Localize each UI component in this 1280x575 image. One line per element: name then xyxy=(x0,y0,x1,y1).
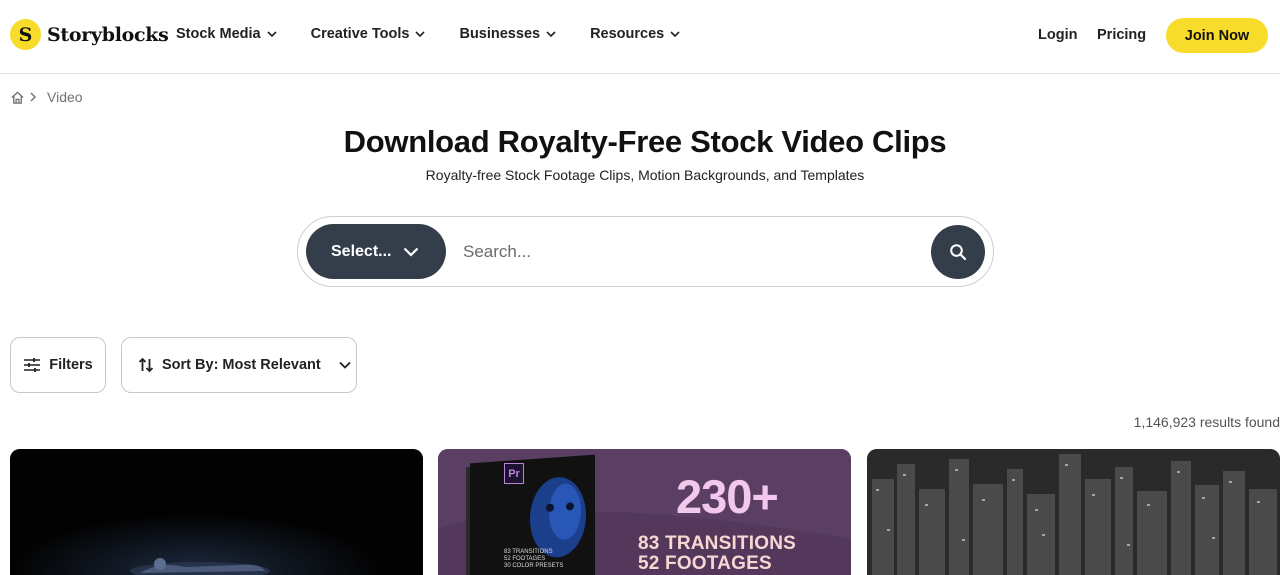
promo-line-transitions: 83 TRANSITIONS xyxy=(638,533,796,554)
chevron-down-icon xyxy=(339,361,351,369)
nav-item-label: Businesses xyxy=(459,26,541,42)
chevron-down-icon xyxy=(546,31,556,37)
chevron-right-icon xyxy=(30,92,36,102)
breadcrumb-current[interactable]: Video xyxy=(47,89,83,105)
logo-text: Storyblocks xyxy=(47,23,169,46)
page-subtitle: Royalty-free Stock Footage Clips, Motion… xyxy=(425,167,865,183)
sort-label: Sort By: Most Relevant xyxy=(162,357,321,373)
nav-stock-media[interactable]: Stock Media xyxy=(176,26,277,42)
chevron-down-icon xyxy=(404,247,419,257)
search-icon xyxy=(950,244,967,261)
promo-line-footages: 52 FOOTAGES xyxy=(638,553,772,574)
search-input[interactable] xyxy=(463,231,923,273)
video-card[interactable] xyxy=(867,449,1280,575)
pricing-link[interactable]: Pricing xyxy=(1097,27,1146,43)
chevron-down-icon xyxy=(670,31,680,37)
video-card[interactable]: Pr 83 TRANSITIONS 52 FOOTAGES 30 COLOR P… xyxy=(438,449,851,575)
chevron-down-icon xyxy=(415,31,426,37)
join-now-button[interactable]: Join Now xyxy=(1166,18,1268,53)
sort-dropdown[interactable]: Sort By: Most Relevant xyxy=(121,337,357,393)
box-feature-line: 30 COLOR PRESETS xyxy=(504,563,564,569)
search-bar: Select... xyxy=(297,216,994,287)
search-button[interactable] xyxy=(931,225,985,279)
premiere-pro-icon: Pr xyxy=(504,463,524,484)
nav-businesses[interactable]: Businesses xyxy=(459,26,556,42)
logo-mark-icon: S xyxy=(10,19,41,50)
sliders-icon xyxy=(24,358,41,372)
breadcrumb: Video xyxy=(10,89,83,105)
video-card[interactable] xyxy=(10,449,423,575)
login-link[interactable]: Login xyxy=(1038,27,1077,43)
nav-creative-tools[interactable]: Creative Tools xyxy=(311,26,426,42)
page-title: Download Royalty-Free Stock Video Clips xyxy=(343,124,947,159)
filters-button[interactable]: Filters xyxy=(10,337,106,393)
media-type-select[interactable]: Select... xyxy=(306,224,446,279)
top-navigation-bar: S Storyblocks Stock Media Creative Tools… xyxy=(0,0,1280,74)
filters-label: Filters xyxy=(49,357,93,373)
video-thumbnail xyxy=(10,449,423,575)
box-feature-line: 83 TRANSITIONS xyxy=(504,549,553,555)
nav-resources[interactable]: Resources xyxy=(590,26,680,42)
nav-item-label: Stock Media xyxy=(176,26,261,42)
home-icon[interactable] xyxy=(10,90,25,105)
chevron-down-icon xyxy=(267,31,277,37)
sort-arrows-icon xyxy=(138,357,154,373)
product-box-features: 83 TRANSITIONS 52 FOOTAGES 30 COLOR PRES… xyxy=(504,549,563,570)
storyblocks-logo[interactable]: S Storyblocks xyxy=(10,19,169,50)
box-feature-line: 52 FOOTAGES xyxy=(504,556,546,562)
select-label: Select... xyxy=(331,242,392,260)
nav-item-label: Creative Tools xyxy=(310,26,410,42)
promo-headline: 230+ xyxy=(676,470,779,523)
main-nav: Stock Media Creative Tools Businesses Re… xyxy=(176,26,714,42)
nav-item-label: Resources xyxy=(590,26,665,42)
city-skyline-thumbnail xyxy=(867,449,1280,575)
results-count: 1,146,923 results found xyxy=(1133,414,1280,430)
